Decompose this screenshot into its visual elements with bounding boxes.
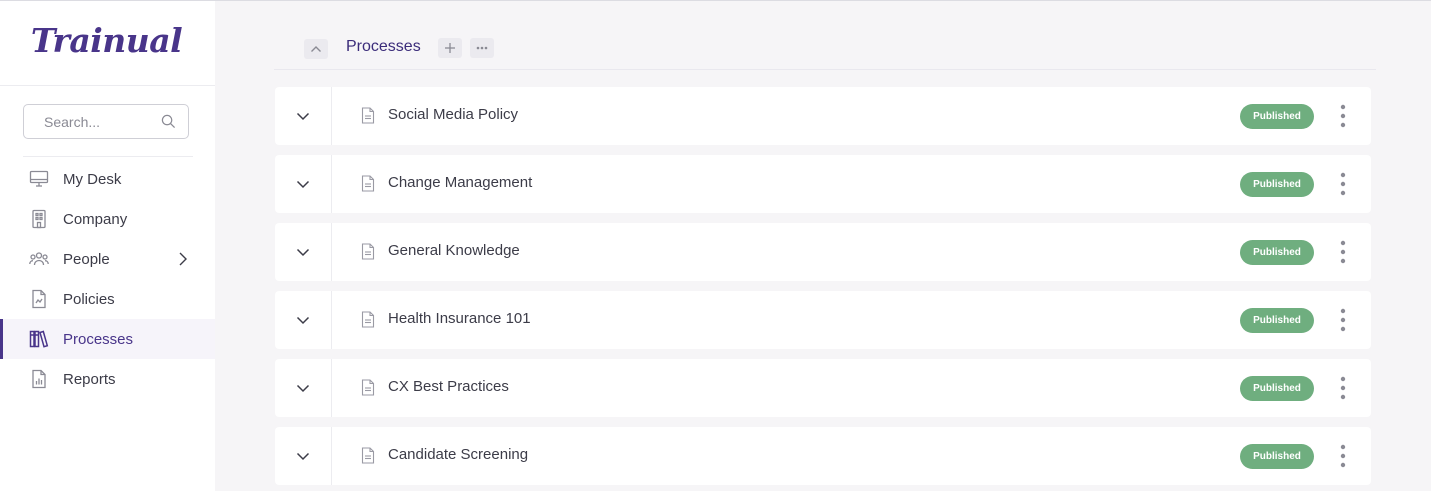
process-row[interactable]: Social Media Policy Published: [275, 87, 1371, 145]
document-icon: [361, 243, 375, 260]
add-button[interactable]: [438, 38, 462, 58]
sidebar-item-label: Processes: [63, 330, 134, 348]
brand-logo[interactable]: Trainual: [31, 21, 183, 60]
more-options-button[interactable]: [470, 38, 494, 58]
document-icon: [361, 311, 375, 328]
main-content: Processes Social Media Policy Published: [215, 1, 1431, 491]
status-badge: Published: [1240, 376, 1314, 401]
row-options-button[interactable]: [1332, 103, 1354, 129]
process-title[interactable]: Social Media Policy: [388, 106, 518, 123]
vertical-ellipsis-icon: [1340, 308, 1346, 332]
sidebar-item-my-desk[interactable]: My Desk: [0, 159, 215, 199]
vertical-ellipsis-icon: [1340, 376, 1346, 400]
sidebar-item-label: Policies: [63, 290, 115, 308]
section-title: Processes: [346, 38, 421, 55]
process-row[interactable]: Candidate Screening Published: [275, 427, 1371, 485]
ellipsis-icon: [476, 46, 488, 50]
status-badge: Published: [1240, 240, 1314, 265]
status-badge: Published: [1240, 444, 1314, 469]
document-icon: [361, 175, 375, 192]
process-title[interactable]: Candidate Screening: [388, 446, 528, 463]
sidebar-item-label: Company: [63, 210, 128, 228]
row-options-button[interactable]: [1332, 375, 1354, 401]
chevron-right-icon[interactable]: [176, 251, 190, 267]
chevron-down-icon: [296, 180, 310, 188]
expand-row-button[interactable]: [275, 223, 332, 281]
plus-icon: [445, 43, 455, 53]
document-icon: [361, 447, 375, 464]
search-icon: [161, 114, 176, 129]
row-options-button[interactable]: [1332, 307, 1354, 333]
chevron-down-icon: [296, 452, 310, 460]
document-icon: [361, 379, 375, 396]
status-badge: Published: [1240, 104, 1314, 129]
process-row[interactable]: Health Insurance 101 Published: [275, 291, 1371, 349]
process-title[interactable]: Change Management: [388, 174, 532, 191]
sidebar-nav: My Desk Company People Policies Processe…: [0, 159, 215, 399]
process-row[interactable]: Change Management Published: [275, 155, 1371, 213]
process-row[interactable]: CX Best Practices Published: [275, 359, 1371, 417]
chevron-down-icon: [296, 384, 310, 392]
sidebar-item-label: People: [63, 250, 110, 268]
chevron-down-icon: [296, 248, 310, 256]
status-badge: Published: [1240, 172, 1314, 197]
process-title[interactable]: CX Best Practices: [388, 378, 509, 395]
status-badge: Published: [1240, 308, 1314, 333]
collapse-section-button[interactable]: [304, 39, 328, 59]
chevron-down-icon: [296, 316, 310, 324]
sidebar-item-processes[interactable]: Processes: [0, 319, 215, 359]
vertical-ellipsis-icon: [1340, 172, 1346, 196]
monitor-icon: [28, 168, 50, 190]
sidebar-item-label: Reports: [63, 370, 116, 388]
report-icon: [28, 368, 50, 390]
sidebar: Trainual Search... My Desk Company Peopl…: [0, 1, 215, 491]
logo-area: Trainual: [0, 1, 215, 86]
people-icon: [28, 248, 50, 270]
nav-divider: [23, 156, 193, 157]
vertical-ellipsis-icon: [1340, 444, 1346, 468]
policy-doc-icon: [28, 288, 50, 310]
expand-row-button[interactable]: [275, 359, 332, 417]
process-title[interactable]: Health Insurance 101: [388, 310, 531, 327]
chevron-up-icon: [311, 46, 321, 52]
row-options-button[interactable]: [1332, 171, 1354, 197]
row-options-button[interactable]: [1332, 443, 1354, 469]
sidebar-item-label: My Desk: [63, 170, 122, 188]
sidebar-item-reports[interactable]: Reports: [0, 359, 215, 399]
process-row[interactable]: General Knowledge Published: [275, 223, 1371, 281]
document-icon: [361, 107, 375, 124]
vertical-ellipsis-icon: [1340, 104, 1346, 128]
process-title[interactable]: General Knowledge: [388, 242, 520, 259]
expand-row-button[interactable]: [275, 291, 332, 349]
building-icon: [28, 208, 50, 230]
books-icon: [28, 328, 50, 350]
search-placeholder: Search...: [44, 113, 101, 130]
chevron-down-icon: [296, 112, 310, 120]
search-input[interactable]: Search...: [23, 104, 189, 139]
row-options-button[interactable]: [1332, 239, 1354, 265]
sidebar-item-policies[interactable]: Policies: [0, 279, 215, 319]
sidebar-item-people[interactable]: People: [0, 239, 215, 279]
expand-row-button[interactable]: [275, 87, 332, 145]
section-header: Processes: [274, 29, 1376, 70]
vertical-ellipsis-icon: [1340, 240, 1346, 264]
expand-row-button[interactable]: [275, 427, 332, 485]
sidebar-item-company[interactable]: Company: [0, 199, 215, 239]
expand-row-button[interactable]: [275, 155, 332, 213]
